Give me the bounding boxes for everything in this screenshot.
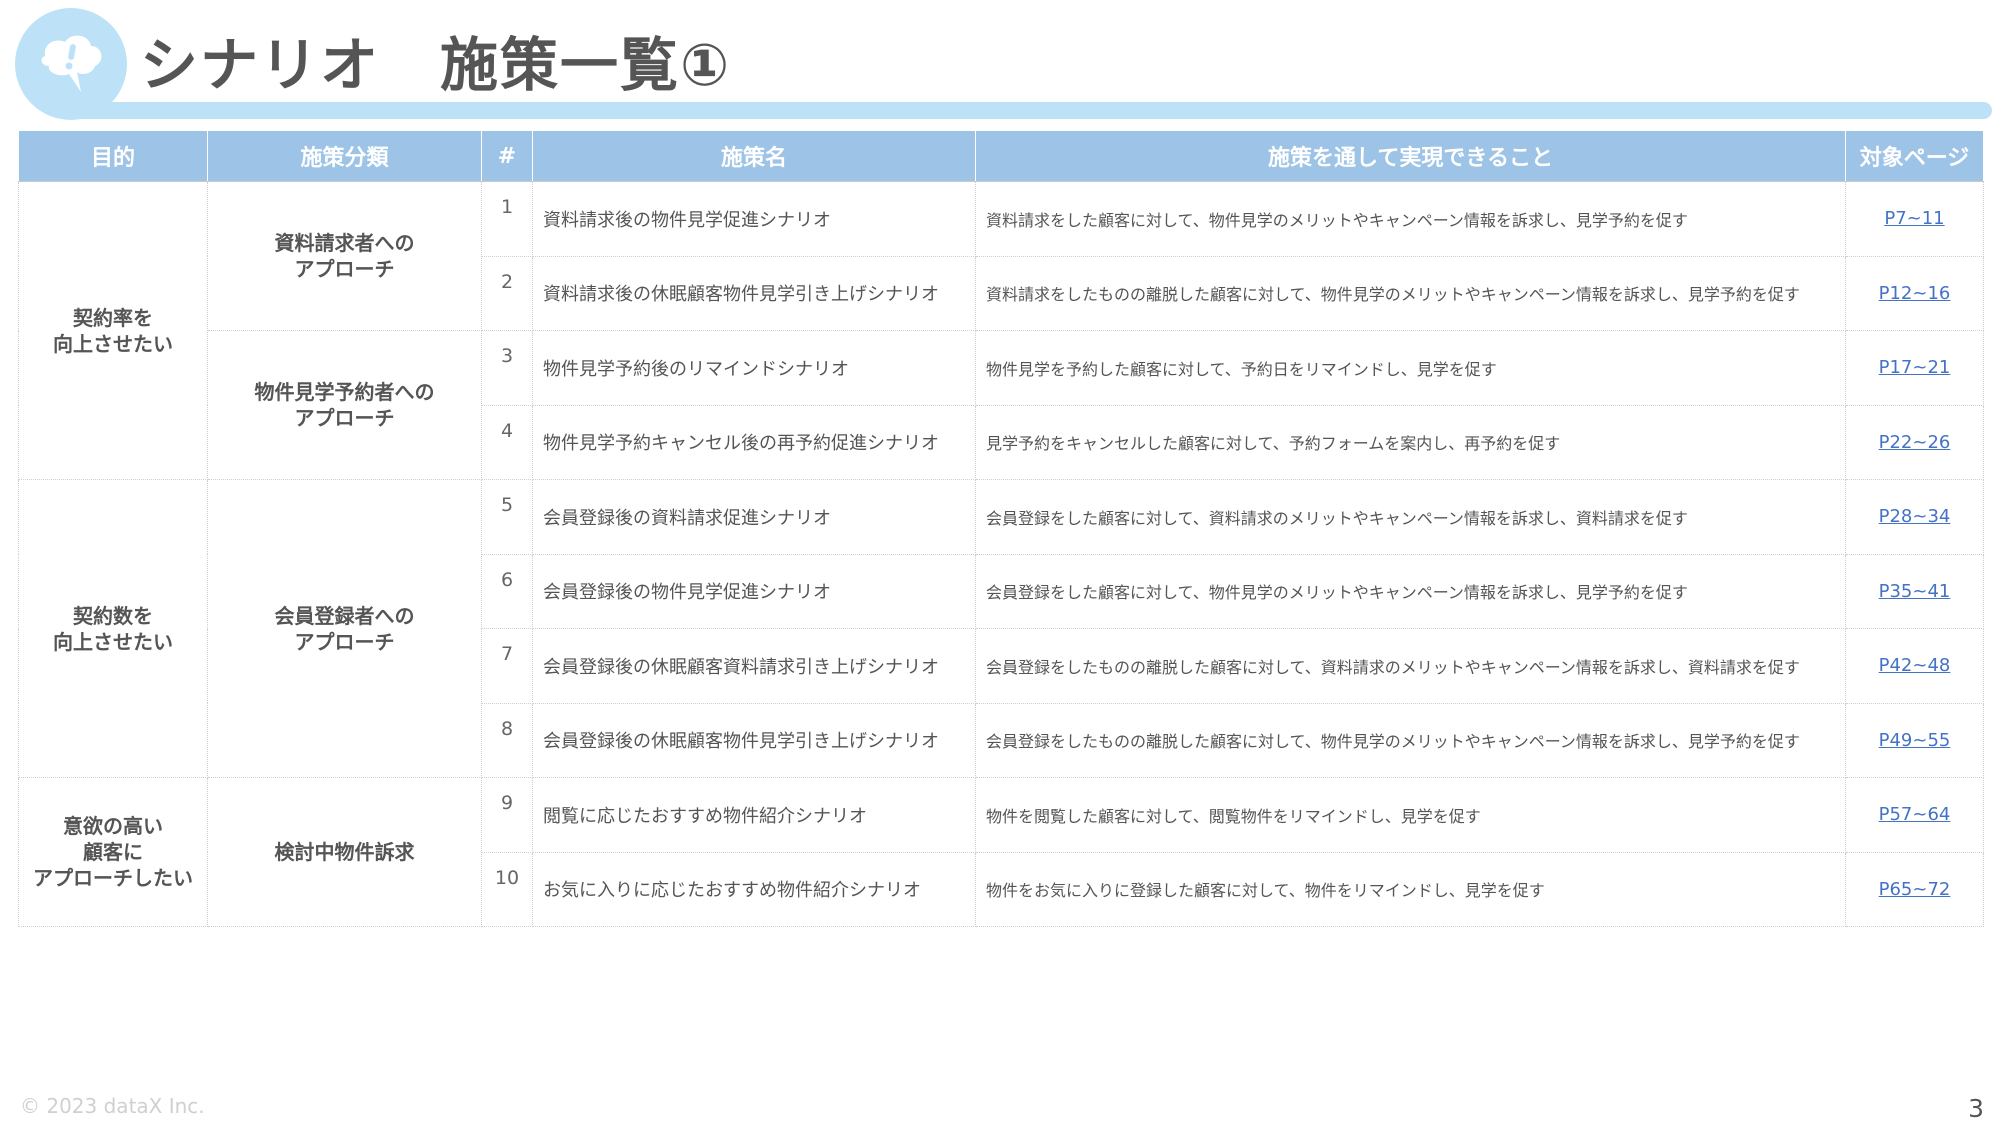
scenario-outcome: 会員登録をしたものの離脱した顧客に対して、資料請求のメリットやキャンペーン情報を… <box>975 628 1846 704</box>
target-page-cell: P22~26 <box>1845 404 1984 480</box>
column-header-category: 施策分類 <box>207 130 482 182</box>
target-page-cell: P35~41 <box>1845 553 1984 629</box>
column-header-goal: 目的 <box>18 130 208 182</box>
scenario-name: 会員登録後の休眠顧客資料請求引き上げシナリオ <box>532 628 976 704</box>
scenario-name: 会員登録後の物件見学促進シナリオ <box>532 553 976 629</box>
target-page-link[interactable]: P7~11 <box>1884 208 1944 229</box>
row-number: 7 <box>481 628 533 704</box>
target-page-link[interactable]: P42~48 <box>1879 655 1951 676</box>
target-page-cell: P57~64 <box>1845 777 1984 853</box>
scenario-name: 会員登録後の休眠顧客物件見学引き上げシナリオ <box>532 702 976 778</box>
scenario-outcome: 資料請求をした顧客に対して、物件見学のメリットやキャンペーン情報を訴求し、見学予… <box>975 181 1846 257</box>
row-number: 4 <box>481 404 533 480</box>
target-page-link[interactable]: P49~55 <box>1879 730 1951 751</box>
table-row: 契約数を 向上させたい 会員登録者への アプローチ 5 会員登録後の資料請求促進… <box>18 479 1984 778</box>
target-page-link[interactable]: P12~16 <box>1879 283 1951 304</box>
row-number: 1 <box>481 181 533 257</box>
target-page-cell: P12~16 <box>1845 255 1984 331</box>
row-number: 2 <box>481 255 533 331</box>
target-page-link[interactable]: P22~26 <box>1879 432 1951 453</box>
target-page-link[interactable]: P28~34 <box>1879 506 1951 527</box>
scenario-outcome: 物件見学を予約した顧客に対して、予約日をリマインドし、見学を促す <box>975 330 1846 406</box>
scenario-name: お気に入りに応じたおすすめ物件紹介シナリオ <box>532 851 976 927</box>
scenario-outcome: 見学予約をキャンセルした顧客に対して、予約フォームを案内し、再予約を促す <box>975 404 1846 480</box>
scenario-name: 物件見学予約キャンセル後の再予約促進シナリオ <box>532 404 976 480</box>
category-label: 検討中物件訴求 <box>274 840 415 864</box>
category-cell: 物件見学予約者への アプローチ <box>207 330 482 480</box>
scenario-name: 会員登録後の資料請求促進シナリオ <box>532 479 976 555</box>
goal-label: 契約数を 向上させたい <box>53 603 173 654</box>
scenario-name: 閲覧に応じたおすすめ物件紹介シナリオ <box>532 777 976 853</box>
goal-label: 契約率を 向上させたい <box>53 305 173 356</box>
category-label: 会員登録者への アプローチ <box>274 603 415 654</box>
category-label: 資料請求者への アプローチ <box>274 231 415 281</box>
table-row: 物件見学予約者への アプローチ 3 物件見学予約後のリマインドシナリオ 物件見学… <box>19 330 1984 480</box>
goal-cell: 契約率を 向上させたい <box>18 181 208 480</box>
category-cell: 検討中物件訴求 <box>207 777 482 927</box>
row-number: 5 <box>481 479 533 555</box>
page-title: シナリオ 施策一覧① <box>140 31 732 99</box>
page-number: 3 <box>1968 1094 1984 1123</box>
scenario-name: 資料請求後の物件見学促進シナリオ <box>532 181 976 257</box>
scenario-outcome: 資料請求をしたものの離脱した顧客に対して、物件見学のメリットやキャンペーン情報を… <box>975 255 1846 331</box>
row-number: 10 <box>481 851 533 927</box>
target-page-link[interactable]: P17~21 <box>1879 357 1951 378</box>
target-page-link[interactable]: P35~41 <box>1879 581 1951 602</box>
scenario-table: 目的 施策分類 # 施策名 施策を通して実現できること 対象ページ 契約率を 向… <box>18 130 1984 927</box>
target-page-cell: P49~55 <box>1845 702 1984 778</box>
category-cell: 資料請求者への アプローチ <box>207 181 482 331</box>
scenario-outcome: 会員登録をしたものの離脱した顧客に対して、物件見学のメリットやキャンペーン情報を… <box>975 702 1846 778</box>
goal-cell: 意欲の高い 顧客に アプローチしたい <box>18 777 208 927</box>
column-header-target-page: 対象ページ <box>1845 130 1984 182</box>
row-number: 8 <box>481 702 533 778</box>
table-row: 契約率を 向上させたい 資料請求者への アプローチ 1 資料請求後の物件見学促進… <box>18 181 1984 480</box>
table-header-row: 目的 施策分類 # 施策名 施策を通して実現できること 対象ページ <box>18 130 1984 182</box>
row-number: 3 <box>481 330 533 406</box>
column-header-number: # <box>481 130 533 182</box>
scenario-outcome: 会員登録をした顧客に対して、物件見学のメリットやキャンペーン情報を訴求し、見学予… <box>975 553 1846 629</box>
scenario-name: 資料請求後の休眠顧客物件見学引き上げシナリオ <box>532 255 976 331</box>
category-cell: 会員登録者への アプローチ <box>207 479 482 778</box>
target-page-link[interactable]: P57~64 <box>1879 804 1951 825</box>
target-page-cell: P65~72 <box>1845 851 1984 927</box>
target-page-cell: P28~34 <box>1845 479 1984 555</box>
target-page-cell: P42~48 <box>1845 628 1984 704</box>
scenario-outcome: 物件を閲覧した顧客に対して、閲覧物件をリマインドし、見学を促す <box>975 777 1846 853</box>
target-page-cell: P7~11 <box>1845 181 1984 257</box>
target-page-link[interactable]: P65~72 <box>1879 879 1951 900</box>
title-underline-bar <box>70 102 1992 119</box>
goal-cell: 契約数を 向上させたい <box>18 479 208 778</box>
goal-label: 意欲の高い 顧客に アプローチしたい <box>33 814 193 890</box>
scenario-outcome: 物件をお気に入りに登録した顧客に対して、物件をリマインドし、見学を促す <box>975 851 1846 927</box>
scenario-outcome: 会員登録をした顧客に対して、資料請求のメリットやキャンペーン情報を訴求し、資料請… <box>975 479 1846 555</box>
row-number: 6 <box>481 553 533 629</box>
column-header-scenario-name: 施策名 <box>532 130 976 182</box>
copyright-text: © 2023 dataX Inc. <box>20 1094 205 1118</box>
category-label: 物件見学予約者への アプローチ <box>254 380 435 430</box>
column-header-outcome: 施策を通して実現できること <box>975 130 1846 182</box>
target-page-cell: P17~21 <box>1845 330 1984 406</box>
row-number: 9 <box>481 777 533 853</box>
scenario-name: 物件見学予約後のリマインドシナリオ <box>532 330 976 406</box>
table-row: 意欲の高い 顧客に アプローチしたい 検討中物件訴求 9 閲覧に応じたおすすめ物… <box>18 777 1984 927</box>
